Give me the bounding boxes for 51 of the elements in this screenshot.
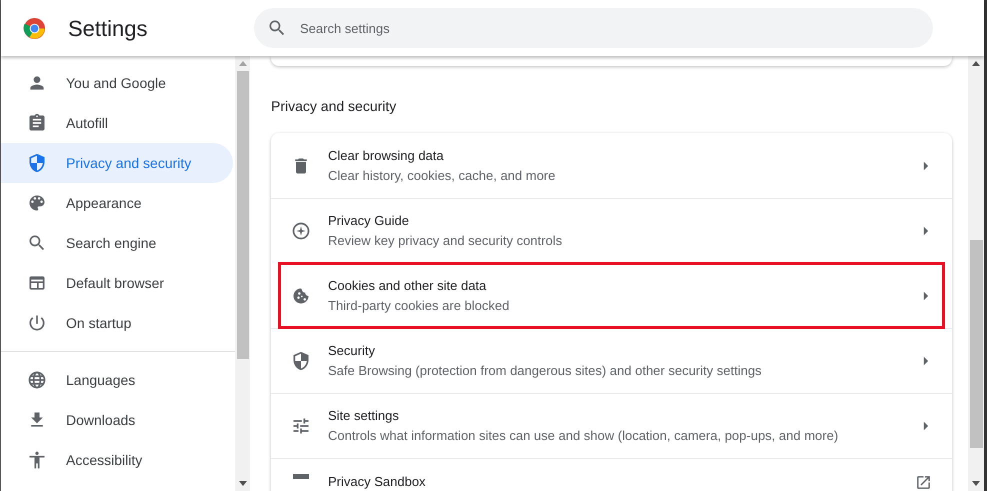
palette-icon <box>27 193 47 213</box>
clipboard-icon <box>27 113 47 133</box>
sidebar-item[interactable]: Autofill <box>1 103 233 143</box>
compass-icon <box>291 221 311 241</box>
settings-row[interactable]: Privacy Guide Review key privacy and security controls <box>271 198 952 263</box>
scroll-down-arrow-icon[interactable] <box>972 481 980 486</box>
settings-row[interactable]: Site settings Controls what information sites can use and show (location, camera, pop-ups, and more) <box>271 393 952 458</box>
browser-logo-icon <box>23 16 46 40</box>
row-title: Clear browsing data <box>328 148 445 164</box>
sliders-icon <box>291 416 311 436</box>
row-title: Privacy Sandbox <box>328 474 427 490</box>
accessibility-icon <box>27 450 47 470</box>
external-link-icon[interactable] <box>915 474 932 491</box>
sidebar-item[interactable]: Default browser <box>1 263 233 303</box>
shield-icon <box>291 351 311 371</box>
globe-icon <box>27 370 47 390</box>
search-icon <box>27 233 47 253</box>
sidebar-item[interactable]: Languages <box>1 360 233 400</box>
power-icon <box>27 313 47 333</box>
sidebar-item[interactable]: Downloads <box>1 400 233 440</box>
row-title: Cookies and other site data <box>328 278 488 294</box>
row-subtitle: Safe Browsing (protection from dangerous sites) and other security settings <box>328 363 763 379</box>
search-icon <box>267 18 287 38</box>
row-title: Security <box>328 343 376 359</box>
settings-row[interactable]: Cookies and other site data Third-party cookies are blocked <box>279 263 944 328</box>
settings-row[interactable]: Security Safe Browsing (protection from dangerous sites) and other security settings <box>271 328 952 393</box>
row-title: Site settings <box>328 408 400 424</box>
row-subtitle: Controls what information sites can use and show (location, camera, pop-ups, and more) <box>328 428 840 444</box>
sidebar-item[interactable]: Accessibility <box>1 440 233 480</box>
sidebar-item[interactable]: On startup <box>1 303 233 343</box>
sidebar-item[interactable]: Search engine <box>1 223 233 263</box>
row-subtitle: Clear history, cookies, cache, and more <box>328 168 556 184</box>
search-field[interactable]: Search settings <box>254 8 933 48</box>
row-subtitle: Third-party cookies are blocked <box>328 298 510 314</box>
sidebar-item[interactable]: Privacy and security <box>1 143 233 183</box>
row-title: Privacy Guide <box>328 213 410 229</box>
sidebar-item[interactable]: Appearance <box>1 183 233 223</box>
scrollbar[interactable] <box>968 56 984 491</box>
section-heading: Privacy and security <box>271 97 398 114</box>
sidebar-item[interactable]: You and Google <box>1 63 233 103</box>
settings-row[interactable]: Clear browsing data Clear history, cookies, cache, and more <box>271 133 952 198</box>
scrollbar-thumb[interactable] <box>236 71 248 359</box>
shield-icon <box>27 153 47 173</box>
settings-row[interactable]: Privacy Sandbox <box>271 458 952 491</box>
cookie-icon <box>291 286 311 306</box>
scrollbar-thumb[interactable] <box>970 240 982 448</box>
page-title: Settings <box>68 14 148 43</box>
scrollbar[interactable] <box>235 56 250 491</box>
scroll-down-arrow-icon[interactable] <box>238 481 246 486</box>
scroll-up-arrow-icon[interactable] <box>972 61 980 66</box>
row-subtitle: Review key privacy and security controls <box>328 233 564 249</box>
